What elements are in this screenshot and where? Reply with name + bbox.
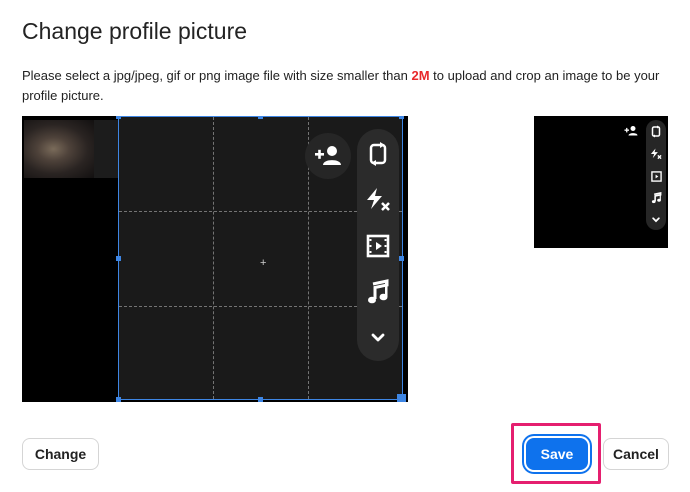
crop-handle-left[interactable] — [116, 256, 121, 261]
crop-preview — [534, 116, 668, 248]
crop-handle-top-right[interactable] — [399, 116, 404, 119]
crop-handle-bottom[interactable] — [258, 397, 263, 402]
rotate-icon — [650, 125, 662, 137]
dialog-title: Change profile picture — [22, 18, 248, 44]
cancel-button[interactable]: Cancel — [603, 438, 669, 470]
music-icon — [650, 192, 662, 204]
crop-resize-handle[interactable] — [397, 394, 406, 402]
rotate-icon — [365, 141, 391, 167]
crop-canvas[interactable]: + — [22, 116, 408, 402]
blurred-avatar-image — [24, 120, 94, 178]
crop-handle-top-left[interactable] — [116, 116, 121, 119]
image-background — [94, 120, 120, 178]
crop-handle-top[interactable] — [258, 116, 263, 119]
crop-handle-right[interactable] — [399, 256, 404, 261]
upload-instructions: Please select a jpg/jpeg, gif or png ima… — [22, 66, 662, 106]
video-icon — [365, 233, 391, 259]
crop-selection-box[interactable]: + — [116, 116, 406, 402]
chevron-down-icon — [650, 214, 662, 226]
size-limit: 2M — [411, 68, 430, 83]
save-button[interactable]: Save — [526, 438, 588, 470]
add-user-circle — [305, 133, 351, 179]
chevron-down-icon — [365, 325, 391, 351]
instructions-text-start: Please select a jpg/jpeg, gif or png ima… — [22, 68, 412, 83]
add-user-icon — [315, 146, 341, 165]
add-user-icon — [624, 126, 638, 136]
preview-toolbar — [646, 120, 666, 230]
flash-off-icon — [650, 148, 662, 160]
side-toolbar — [357, 129, 399, 361]
grid-line — [213, 117, 214, 399]
crop-handle-bottom-left[interactable] — [116, 397, 121, 402]
change-button[interactable]: Change — [22, 438, 99, 470]
flash-off-icon — [365, 187, 391, 213]
music-icon — [365, 279, 391, 305]
video-icon — [650, 170, 662, 182]
crop-center-marker: + — [260, 257, 267, 269]
